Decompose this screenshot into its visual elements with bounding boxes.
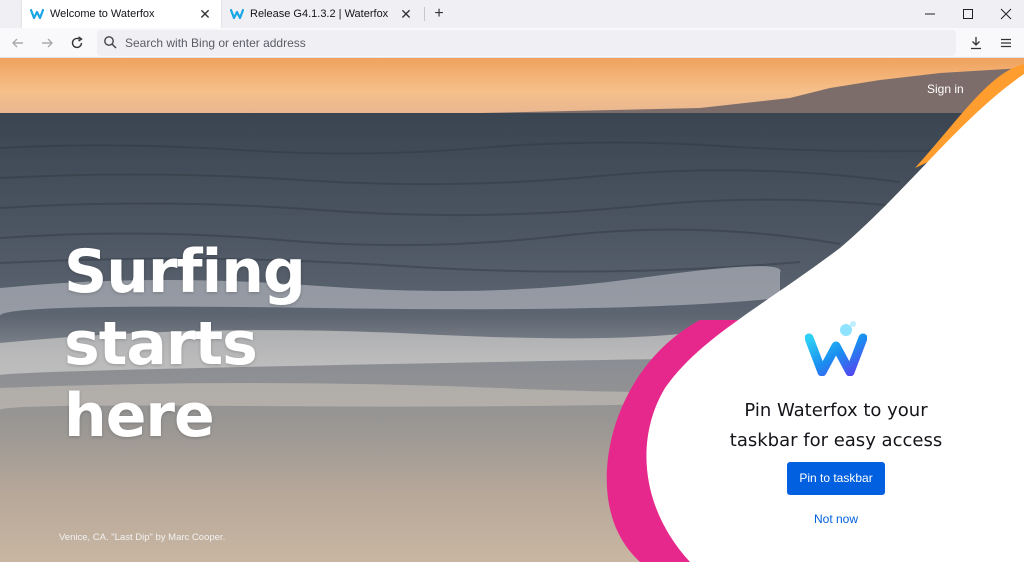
tab-label: Release G4.1.3.2 | Waterfox [250, 8, 389, 20]
tab-label: Welcome to Waterfox [50, 8, 155, 20]
back-arrow-icon[interactable] [8, 33, 28, 53]
search-icon [103, 35, 119, 51]
close-icon[interactable]: ✕ [398, 6, 414, 22]
maximize-icon[interactable] [949, 0, 987, 28]
download-icon[interactable] [966, 33, 986, 53]
forward-arrow-icon[interactable] [37, 33, 57, 53]
tab-release[interactable]: Release G4.1.3.2 | Waterfox ✕ [222, 0, 422, 28]
url-input[interactable] [125, 36, 825, 50]
hero-line: starts [64, 309, 258, 379]
waterfox-logo-icon [30, 7, 44, 21]
hero-heading: Surfing starts here [64, 236, 306, 452]
sign-in-link[interactable]: Sign in [927, 82, 964, 96]
pin-line: Pin Waterfox to your [744, 400, 928, 421]
tab-welcome[interactable]: Welcome to Waterfox ✕ [22, 0, 221, 28]
reload-icon[interactable] [67, 33, 87, 53]
not-now-link[interactable]: Not now [700, 512, 972, 526]
pin-line: taskbar for easy access [729, 430, 943, 451]
tab-divider [424, 7, 425, 21]
tab-strip: Welcome to Waterfox ✕ Release G4.1.3.2 |… [0, 0, 1024, 28]
hero-line: here [64, 381, 215, 451]
pin-panel: Pin Waterfox to your taskbar for easy ac… [700, 320, 972, 526]
welcome-page: Surfing starts here Venice, CA. "Last Di… [0, 58, 1024, 562]
hero-line: Surfing [64, 237, 306, 307]
waterfox-logo-icon [805, 321, 867, 376]
address-bar[interactable] [97, 30, 956, 56]
waterfox-logo-icon [230, 7, 244, 21]
photo-credit: Venice, CA. "Last Dip" by Marc Cooper. [59, 532, 226, 543]
hamburger-menu-icon[interactable] [996, 33, 1016, 53]
pin-to-taskbar-button[interactable]: Pin to taskbar [787, 462, 885, 495]
plus-icon[interactable]: + [429, 5, 449, 23]
pin-message: Pin Waterfox to your taskbar for easy ac… [700, 396, 972, 456]
close-icon[interactable]: ✕ [197, 6, 213, 22]
window-close-icon[interactable] [987, 0, 1024, 28]
minimize-icon[interactable] [911, 0, 949, 28]
